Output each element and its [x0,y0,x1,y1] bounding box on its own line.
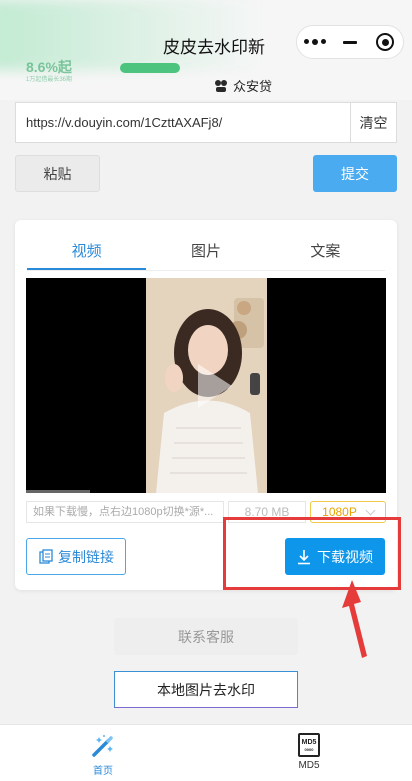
tab-images[interactable]: 图片 [146,230,265,270]
bottom-tabbar: 首页 MD5 0000 MD5 [0,724,412,781]
md5-icon-subtext: 0000 [304,746,314,752]
paste-button[interactable]: 粘贴 [15,155,100,192]
close-button[interactable] [368,26,403,58]
url-input-row: 清空 [15,102,397,143]
sponsor-logo-icon [215,79,227,92]
target-close-icon [376,33,395,51]
mini-program-capsule [296,25,404,59]
md5-file-icon: MD5 0000 [298,733,320,757]
tab-video[interactable]: 视频 [27,230,147,270]
chevron-down-icon [365,505,376,515]
copy-doc-icon [39,548,53,564]
tabbar-md5-label: MD5 [298,760,320,771]
video-progress-bar[interactable] [26,490,90,493]
annotation-arrow-icon [342,580,367,658]
tabs-divider [27,270,385,271]
submit-button[interactable]: 提交 [313,155,397,192]
tabbar-item-home[interactable]: 首页 [0,725,206,781]
sponsor-label[interactable]: 众安贷 [213,76,272,95]
video-player[interactable] [26,278,386,493]
sponsor-name: 众安贷 [233,79,273,94]
more-button[interactable] [297,26,332,58]
more-dots-icon [303,39,326,45]
minimize-button[interactable] [332,26,367,58]
magic-wand-icon [92,735,113,757]
ad-subtext: 1万起借最长36期 [26,77,73,83]
md5-icon-text: MD5 [301,738,317,746]
local-image-watermark-button[interactable]: 本地图片去水印 [114,671,298,708]
clear-button[interactable]: 清空 [350,103,396,142]
url-input[interactable] [16,103,350,142]
download-tip: 如果下载慢，点右边1080p切换*源*... [26,501,224,523]
copy-link-button[interactable]: 复制链接 [26,538,126,575]
header: 8.6%起 1万起借最长36期 皮皮去水印新 众安贷 [0,0,412,100]
app-page: 8.6%起 1万起借最长36期 皮皮去水印新 众安贷 清空 [0,0,412,781]
tab-text[interactable]: 文案 [266,230,385,270]
result-tabs: 视频 图片 文案 [27,230,385,270]
minimize-icon [342,40,357,44]
ad-button[interactable] [120,63,180,73]
play-icon[interactable] [198,364,232,408]
tabbar-home-label: 首页 [93,766,113,777]
tabbar-item-md5[interactable]: MD5 0000 MD5 [206,725,412,781]
copy-link-label: 复制链接 [58,548,114,565]
contact-service-button[interactable]: 联系客服 [114,618,298,655]
